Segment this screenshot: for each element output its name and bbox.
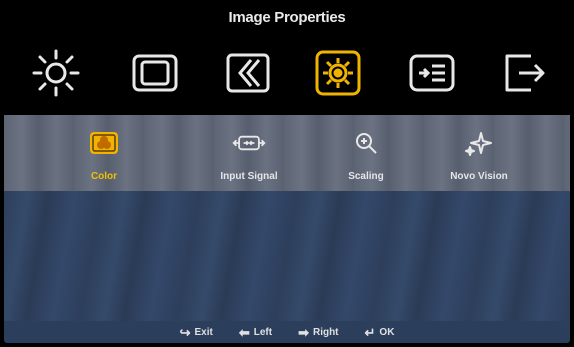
sub-item-novo-vision[interactable]: Novo Vision [434, 115, 524, 191]
color-icon [86, 129, 122, 157]
sub-item-scaling[interactable]: Scaling [326, 115, 406, 191]
sub-item-label: Novo Vision [450, 171, 508, 182]
content-area [4, 191, 570, 321]
sub-item-color[interactable]: Color [68, 115, 140, 191]
sub-item-label: Scaling [348, 171, 384, 182]
hint-exit: ↪ Exit [180, 326, 213, 339]
menu-list-tab[interactable] [404, 45, 460, 101]
menu-title: Image Properties [4, 3, 570, 33]
display-frame-icon [132, 54, 178, 92]
sub-item-label: Color [90, 171, 118, 182]
hint-ok: ↵ OK [365, 326, 395, 339]
brightness-tab[interactable] [28, 45, 84, 101]
main-menu-bar [4, 33, 570, 115]
input-signal-icon [231, 129, 267, 157]
menu-list-icon [409, 54, 455, 92]
scaling-icon [348, 129, 384, 157]
sub-menu-bar: Color Input Signal Scaling Novo Vision [4, 115, 570, 191]
right-arrow-icon: ➡ [298, 324, 309, 340]
hint-ok-label: OK [379, 326, 395, 338]
sharpness-tab[interactable] [220, 45, 276, 101]
exit-icon [505, 54, 545, 92]
left-arrow-icon: ⬅ [238, 324, 250, 340]
image-properties-tab[interactable] [310, 45, 366, 101]
brightness-icon [32, 49, 80, 97]
novo-vision-icon [461, 129, 497, 157]
sharpness-icon [226, 53, 270, 93]
exit-arrow-icon: ↪ [179, 324, 191, 340]
sub-item-label: Input Signal [220, 171, 278, 182]
image-properties-icon [315, 50, 361, 96]
osd-panel: Image Properties Color Input Signal Scal… [4, 3, 570, 343]
hint-right: ➡ Right [298, 326, 338, 339]
hint-exit-label: Exit [194, 326, 213, 338]
hint-left: ⬅ Left [239, 326, 272, 339]
exit-tab[interactable] [496, 45, 552, 101]
footer-hints: ↪ Exit ⬅ Left ➡ Right ↵ OK [4, 321, 570, 343]
hint-right-label: Right [312, 326, 339, 338]
sub-item-input-signal[interactable]: Input Signal [204, 115, 294, 191]
enter-icon: ↵ [364, 324, 376, 340]
hint-left-label: Left [253, 326, 273, 338]
display-frame-tab[interactable] [127, 45, 183, 101]
